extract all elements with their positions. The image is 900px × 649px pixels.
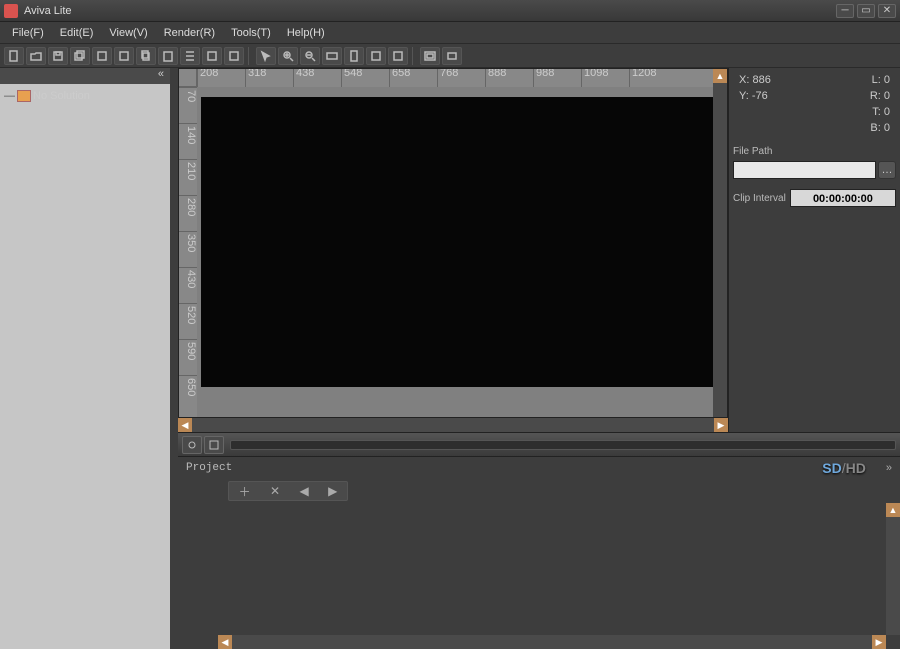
scroll-up-icon[interactable]: ▲ xyxy=(713,69,727,83)
new-icon[interactable] xyxy=(4,47,24,65)
project-label: Project xyxy=(186,462,232,474)
tool9-icon[interactable] xyxy=(180,47,200,65)
ruler-horizontal: 20831843854865876888898810981208 xyxy=(197,69,713,87)
pointer-icon[interactable] xyxy=(256,47,276,65)
zoomout-icon[interactable] xyxy=(300,47,320,65)
canvas-hscroll[interactable]: ◀ ▶ xyxy=(178,418,728,432)
open-icon[interactable] xyxy=(26,47,46,65)
canvas[interactable] xyxy=(201,97,713,387)
menu-tools[interactable]: Tools(T) xyxy=(223,24,279,42)
maximize-button[interactable]: ▭ xyxy=(857,4,875,18)
project-hscroll[interactable]: ◀ ▶ xyxy=(218,635,886,649)
timeline-toolbar xyxy=(178,432,900,456)
project-body[interactable]: ▲ ◀ ▶ xyxy=(178,503,900,649)
scroll-left-icon[interactable]: ◀ xyxy=(178,418,192,432)
saveall-icon[interactable] xyxy=(70,47,90,65)
coord-r: 0 xyxy=(884,90,890,102)
proj-scroll-up-icon[interactable]: ▲ xyxy=(886,503,900,517)
app-title: Aviva Lite xyxy=(24,5,836,17)
filepath-input[interactable] xyxy=(733,161,876,179)
titlebar: Aviva Lite ─ ▭ ✕ xyxy=(0,0,900,22)
coord-l: 0 xyxy=(884,74,890,86)
menubar: File(F) Edit(E) View(V) Render(R) Tools(… xyxy=(0,22,900,44)
scroll-right-icon[interactable]: ▶ xyxy=(714,418,728,432)
menu-view[interactable]: View(V) xyxy=(101,24,155,42)
remove-item-icon[interactable]: ✕ xyxy=(270,484,280,498)
ruler-vertical: 70140210280350430520590650 xyxy=(179,87,197,417)
project-toolbar: ＋ ✕ ◀ ▶ xyxy=(228,481,348,501)
filepath-label: File Path xyxy=(733,146,896,157)
timeline-slider[interactable] xyxy=(230,440,896,450)
tree-root[interactable]: — No Solution xyxy=(4,90,166,102)
properties-panel: X: 886 L: 0 Y: -76 R: 0 T: 0 B: 0 File P… xyxy=(728,68,900,432)
add-item-icon[interactable]: ＋ xyxy=(239,483,251,500)
minimize-button[interactable]: ─ xyxy=(836,4,854,18)
timeline-btn2-icon[interactable] xyxy=(204,436,224,454)
toolbar xyxy=(0,44,900,68)
tool11-icon[interactable] xyxy=(224,47,244,65)
clipinterval-value[interactable]: 00:00:00:00 xyxy=(790,189,896,207)
proj-scroll-right-icon[interactable]: ▶ xyxy=(872,635,886,649)
sd-badge[interactable]: SD xyxy=(822,460,841,476)
paste-icon[interactable] xyxy=(158,47,178,65)
canvas-vscroll[interactable]: ▲ xyxy=(713,69,727,417)
solution-tree[interactable]: — No Solution xyxy=(0,84,170,108)
hscroll-track[interactable] xyxy=(192,418,714,432)
safearea-icon[interactable] xyxy=(420,47,440,65)
proj-scroll-left-icon[interactable]: ◀ xyxy=(218,635,232,649)
save-icon[interactable] xyxy=(48,47,68,65)
coord-t: 0 xyxy=(884,106,890,118)
timeline-btn1-icon[interactable] xyxy=(182,436,202,454)
coord-x: 886 xyxy=(752,74,770,86)
prev-item-icon[interactable]: ◀ xyxy=(299,484,308,498)
tool6-icon[interactable] xyxy=(114,47,134,65)
ruler-corner xyxy=(179,69,197,87)
solution-panel: « — No Solution xyxy=(0,68,170,649)
project-vscroll[interactable]: ▲ xyxy=(886,503,900,635)
clipinterval-label: Clip Interval xyxy=(733,193,786,204)
coord-b: 0 xyxy=(884,122,890,134)
main: « — No Solution 208318438548658768888988… xyxy=(0,68,900,649)
app-icon xyxy=(4,4,18,18)
crop-icon[interactable] xyxy=(442,47,462,65)
splitter-vertical[interactable] xyxy=(170,68,178,649)
collapse-left-icon[interactable]: « xyxy=(0,68,170,84)
menu-file[interactable]: File(F) xyxy=(4,24,52,42)
menu-edit[interactable]: Edit(E) xyxy=(52,24,102,42)
tool5-icon[interactable] xyxy=(92,47,112,65)
menu-help[interactable]: Help(H) xyxy=(279,24,333,42)
tree-node-icon xyxy=(17,90,31,102)
actualsize-icon[interactable] xyxy=(388,47,408,65)
close-button[interactable]: ✕ xyxy=(878,4,896,18)
coord-y: -76 xyxy=(752,90,768,102)
fitscreen-icon[interactable] xyxy=(366,47,386,65)
hd-badge[interactable]: HD xyxy=(846,460,866,476)
tree-expander-icon[interactable]: — xyxy=(4,90,15,102)
next-item-icon[interactable]: ▶ xyxy=(328,484,337,498)
fitwidth-icon[interactable] xyxy=(322,47,342,65)
canvas-viewport[interactable] xyxy=(197,87,713,417)
zoomin-icon[interactable] xyxy=(278,47,298,65)
menu-render[interactable]: Render(R) xyxy=(156,24,223,42)
collapse-project-icon[interactable]: » xyxy=(886,462,892,474)
project-panel: Project SD / HD » ＋ ✕ ◀ ▶ ▲ xyxy=(178,456,900,649)
browse-button[interactable]: … xyxy=(878,161,896,179)
canvas-area: 20831843854865876888898810981208 7014021… xyxy=(178,68,728,418)
fitheight-icon[interactable] xyxy=(344,47,364,65)
copy-icon[interactable] xyxy=(136,47,156,65)
tool10-icon[interactable] xyxy=(202,47,222,65)
tree-root-label: No Solution xyxy=(33,90,90,102)
